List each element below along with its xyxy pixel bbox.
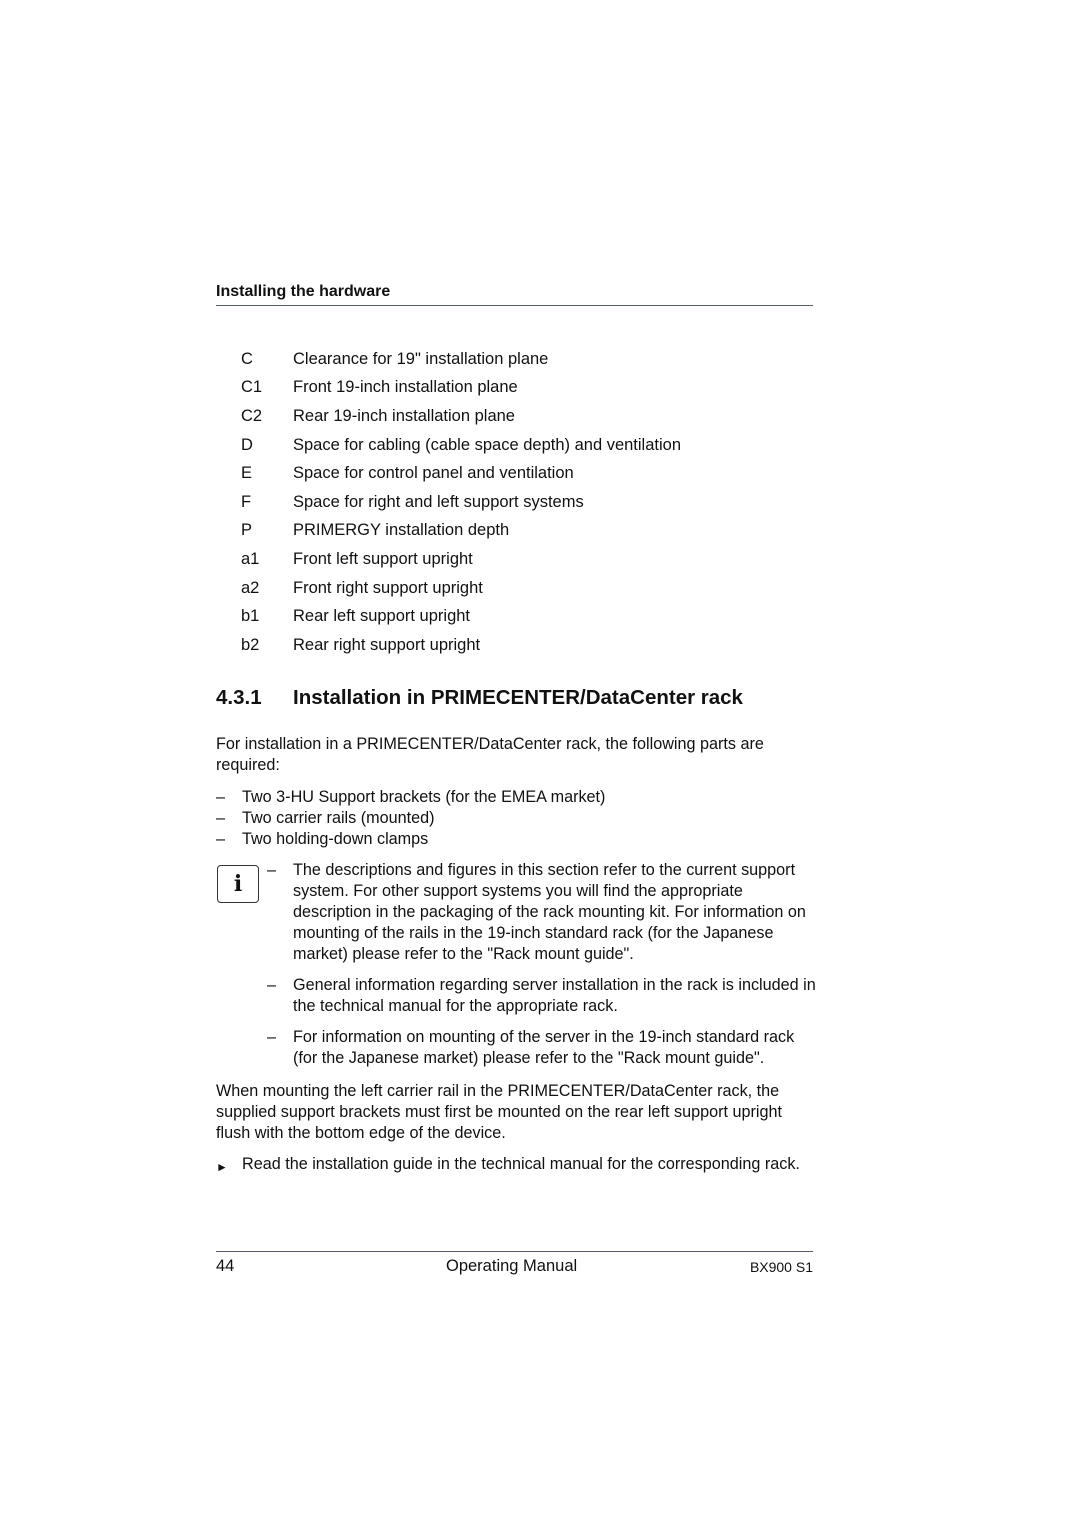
legend-key: D	[241, 435, 253, 454]
dash-bullet: –	[216, 809, 226, 827]
legend-item: b1 Rear left support upright	[241, 602, 811, 631]
legend-key: b2	[241, 635, 260, 654]
legend-item: F Space for right and left support system…	[241, 488, 811, 517]
list-item-text: Two carrier rails (mounted)	[242, 809, 435, 827]
list-item: – Two 3-HU Support brackets (for the EMEA…	[216, 787, 813, 808]
page-number: 44	[216, 1257, 235, 1275]
legend-key: C	[241, 349, 253, 368]
note-item: – For information on mounting of the serv…	[267, 1027, 817, 1069]
list-item: – Two holding-down clamps	[216, 829, 813, 850]
footer-divider	[216, 1251, 813, 1252]
dash-bullet: –	[267, 861, 277, 879]
legend-text: Front left support upright	[293, 549, 473, 568]
legend-text: Space for cabling (cable space depth) an…	[293, 435, 681, 454]
dash-bullet: –	[216, 830, 226, 848]
legend-text: Clearance for 19" installation plane	[293, 349, 549, 368]
section-title: Installation in PRIMECENTER/DataCenter r…	[293, 686, 743, 709]
dash-bullet: –	[216, 788, 226, 806]
info-notes: – The descriptions and figures in this se…	[267, 860, 817, 1079]
legend-text: PRIMERGY installation depth	[293, 521, 510, 540]
legend-item: P PRIMERGY installation depth	[241, 517, 811, 546]
figure-legend: C Clearance for 19" installation plane C1…	[241, 345, 811, 660]
legend-item: E Space for control panel and ventilation	[241, 459, 811, 488]
legend-key: C1	[241, 378, 263, 397]
legend-text: Front 19-inch installation plane	[293, 378, 518, 397]
legend-item: a2 Front right support upright	[241, 574, 811, 603]
step-text: Read the installation guide in the techn…	[242, 1155, 800, 1173]
model-name: BX900 S1	[749, 1259, 813, 1275]
list-item: – Two carrier rails (mounted)	[216, 808, 813, 829]
legend-key: a1	[241, 549, 260, 568]
list-item-text: Two holding-down clamps	[242, 830, 429, 848]
note-item: – The descriptions and figures in this se…	[267, 860, 817, 965]
dash-bullet: –	[267, 976, 277, 994]
parts-list: – Two 3-HU Support brackets (for the EMEA…	[216, 787, 813, 850]
info-icon: i	[217, 865, 259, 903]
running-header: Installing the hardware	[216, 283, 391, 300]
legend-text: Front right support upright	[293, 578, 483, 597]
legend-item: C2 Rear 19-inch installation plane	[241, 402, 811, 431]
note-item: – General information regarding server in…	[267, 975, 817, 1017]
legend-text: Rear 19-inch installation plane	[293, 406, 515, 425]
legend-item: a1 Front left support upright	[241, 545, 811, 574]
legend-key: F	[241, 492, 252, 511]
legend-item: C1 Front 19-inch installation plane	[241, 374, 811, 403]
section-number: 4.3.1	[216, 686, 262, 709]
legend-item: b2 Rear right support upright	[241, 631, 811, 660]
dash-bullet: –	[267, 1028, 277, 1046]
mounting-paragraph: When mounting the left carrier rail in t…	[216, 1082, 782, 1142]
legend-item: D Space for cabling (cable space depth) a…	[241, 431, 811, 460]
note-text: The descriptions and figures in this sec…	[293, 861, 806, 963]
legend-key: a2	[241, 578, 260, 597]
instruction-step: ► Read the installation guide in the tec…	[216, 1154, 813, 1178]
section-heading: 4.3.1 Installation in PRIMECENTER/DataCen…	[216, 686, 743, 710]
legend-text: Rear right support upright	[293, 635, 481, 654]
legend-key: b1	[241, 607, 260, 626]
legend-text: Space for control panel and ventilation	[293, 464, 574, 483]
list-item-text: Two 3-HU Support brackets (for the EMEA …	[242, 788, 606, 806]
manual-title: Operating Manual	[446, 1257, 578, 1275]
legend-key: P	[241, 521, 253, 540]
note-text: For information on mounting of the serve…	[293, 1028, 795, 1067]
legend-key: C2	[241, 406, 263, 425]
legend-key: E	[241, 464, 253, 483]
header-divider	[216, 305, 813, 306]
legend-text: Space for right and left support systems	[293, 492, 584, 511]
note-text: General information regarding server ins…	[293, 976, 816, 1015]
legend-item: C Clearance for 19" installation plane	[241, 345, 811, 374]
triangle-bullet-icon: ►	[216, 1160, 228, 1174]
legend-text: Rear left support upright	[293, 607, 471, 626]
intro-paragraph: For installation in a PRIMECENTER/DataCe…	[216, 735, 764, 774]
